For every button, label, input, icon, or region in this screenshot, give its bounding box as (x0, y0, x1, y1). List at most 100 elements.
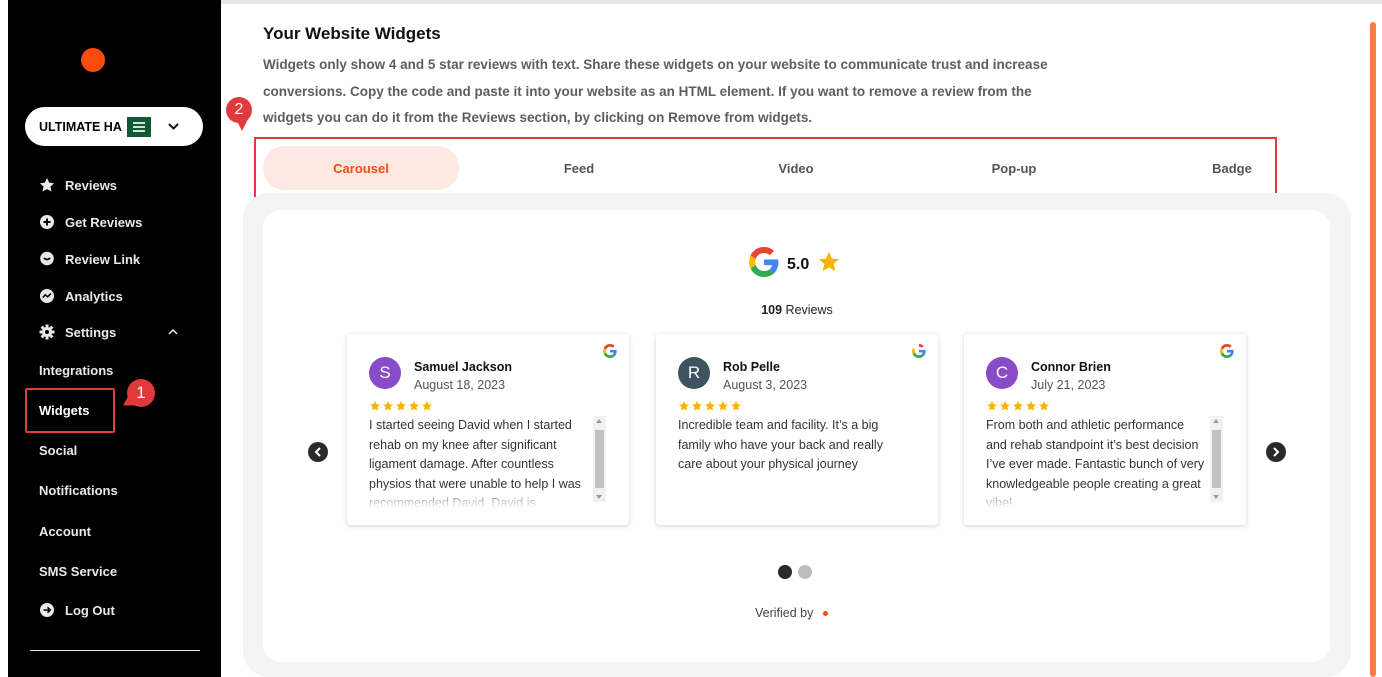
sidebar-item-settings[interactable]: Settings (39, 324, 178, 340)
review-card: C Connor Brien July 21, 2023 From both a… (964, 334, 1246, 525)
tab-badge[interactable]: Badge (1134, 146, 1330, 190)
star-icon (422, 401, 432, 411)
chevron-down-icon (167, 121, 179, 133)
star-rating (678, 400, 742, 412)
review-scrollbar[interactable] (1210, 416, 1223, 502)
pagination-dot[interactable] (798, 565, 812, 579)
sidebar-item-review-link[interactable]: Review Link (39, 251, 140, 267)
sidebar-item-label: Review Link (65, 251, 141, 267)
star-icon (1013, 401, 1023, 411)
sidebar-item-label: Analytics (65, 288, 123, 304)
reviews-count-number: 109 (761, 303, 783, 317)
star-rating (369, 400, 433, 412)
verified-by: Verified by (755, 606, 829, 620)
google-g-icon (1220, 344, 1234, 363)
sidebar-item-social[interactable]: Social (39, 443, 77, 458)
carousel-next-button[interactable] (1266, 442, 1286, 462)
tab-feed[interactable]: Feed (481, 146, 677, 190)
star-badge-icon (39, 177, 55, 193)
review-text: Incredible team and facility. It’s a big… (678, 418, 883, 471)
review-date: August 18, 2023 (414, 378, 506, 392)
star-icon (718, 401, 728, 411)
rating-value: 5.0 (787, 255, 810, 273)
brand-dot-icon (823, 610, 829, 616)
star-icon (705, 401, 715, 411)
star-rating (986, 400, 1050, 412)
star-icon (987, 401, 997, 411)
review-date: August 3, 2023 (723, 378, 808, 392)
review-text: From both and athletic performance and r… (986, 416, 1208, 508)
verified-label: Verified by (755, 606, 814, 620)
sidebar-item-label: Log Out (65, 602, 115, 618)
star-icon (1000, 401, 1010, 411)
gear-icon (39, 324, 55, 340)
star-icon (679, 401, 689, 411)
review-scrollbar[interactable] (593, 416, 606, 502)
business-name: ULTIMATE HA (39, 119, 122, 134)
page-title: Your Website Widgets (263, 24, 441, 43)
brand-logo[interactable] (81, 48, 105, 72)
star-icon (1039, 401, 1049, 411)
star-icon (817, 250, 841, 279)
chart-circle-icon (39, 288, 55, 304)
sidebar-item-integrations[interactable]: Integrations (39, 363, 113, 378)
sidebar-item-sms-service[interactable]: SMS Service (39, 564, 117, 579)
sidebar-item-widgets[interactable]: Widgets (39, 403, 89, 418)
google-logo-icon (749, 247, 779, 282)
plus-circle-icon (39, 214, 55, 230)
sidebar-item-analytics[interactable]: Analytics (39, 288, 123, 304)
star-icon (731, 401, 741, 411)
page-description: Widgets only show 4 and 5 star reviews w… (263, 57, 1048, 125)
tab-popup[interactable]: Pop-up (916, 146, 1112, 190)
reviewer-name: Connor Brien (1031, 360, 1111, 374)
business-selector[interactable]: ULTIMATE HA (25, 107, 203, 146)
star-icon (409, 401, 419, 411)
app-window: ULTIMATE HA Reviews Get Reviews Review L… (0, 0, 1382, 677)
step-2-pointer (236, 119, 248, 131)
avatar: R (678, 357, 710, 389)
chevron-left-icon (314, 447, 322, 457)
review-text: I started seeing David when I started re… (369, 416, 591, 508)
sidebar-divider (30, 650, 200, 651)
sidebar-item-notifications[interactable]: Notifications (39, 483, 118, 498)
rating-summary: 5.0 (749, 247, 841, 282)
carousel-prev-button[interactable] (308, 442, 328, 462)
tab-video[interactable]: Video (698, 146, 894, 190)
tab-carousel[interactable]: Carousel (263, 146, 459, 190)
star-icon (383, 401, 393, 411)
sidebar-item-label: Reviews (65, 177, 118, 193)
reviewer-name: Rob Pelle (723, 360, 780, 374)
sidebar-item-account[interactable]: Account (39, 524, 91, 539)
reviews-count-label: Reviews (785, 303, 833, 317)
google-g-icon (912, 344, 926, 363)
sidebar: ULTIMATE HA Reviews Get Reviews Review L… (8, 0, 221, 677)
star-icon (1026, 401, 1036, 411)
star-icon (692, 401, 702, 411)
avatar: S (369, 357, 401, 389)
sidebar-item-reviews[interactable]: Reviews (39, 177, 117, 193)
sidebar-item-logout[interactable]: Log Out (39, 602, 115, 618)
review-card: R Rob Pelle August 3, 2023 Incredible te… (656, 334, 938, 525)
review-date: July 21, 2023 (1031, 378, 1106, 392)
reviews-count: 109 Reviews (697, 303, 897, 317)
logout-icon (39, 602, 55, 618)
chevron-right-icon (1272, 447, 1280, 457)
chat-bubble-icon (39, 251, 55, 267)
avatar: C (986, 357, 1018, 389)
sidebar-item-label: Get Reviews (65, 214, 143, 230)
chevron-up-icon[interactable] (168, 329, 178, 335)
reviewer-name: Samuel Jackson (414, 360, 512, 374)
review-card: S Samuel Jackson August 18, 2023 I start… (347, 334, 629, 525)
carousel-pagination (778, 565, 812, 579)
star-icon (396, 401, 406, 411)
left-gutter (0, 0, 8, 677)
pagination-dot-active[interactable] (778, 565, 792, 579)
business-logo-icon (127, 116, 151, 137)
sidebar-item-get-reviews[interactable]: Get Reviews (39, 214, 142, 230)
star-icon (370, 401, 380, 411)
sidebar-item-label: Settings (65, 324, 117, 340)
top-border (221, 0, 1382, 4)
step-1-badge: 1 (127, 379, 155, 407)
google-g-icon (603, 344, 617, 363)
page-scrollbar[interactable] (1370, 22, 1376, 677)
